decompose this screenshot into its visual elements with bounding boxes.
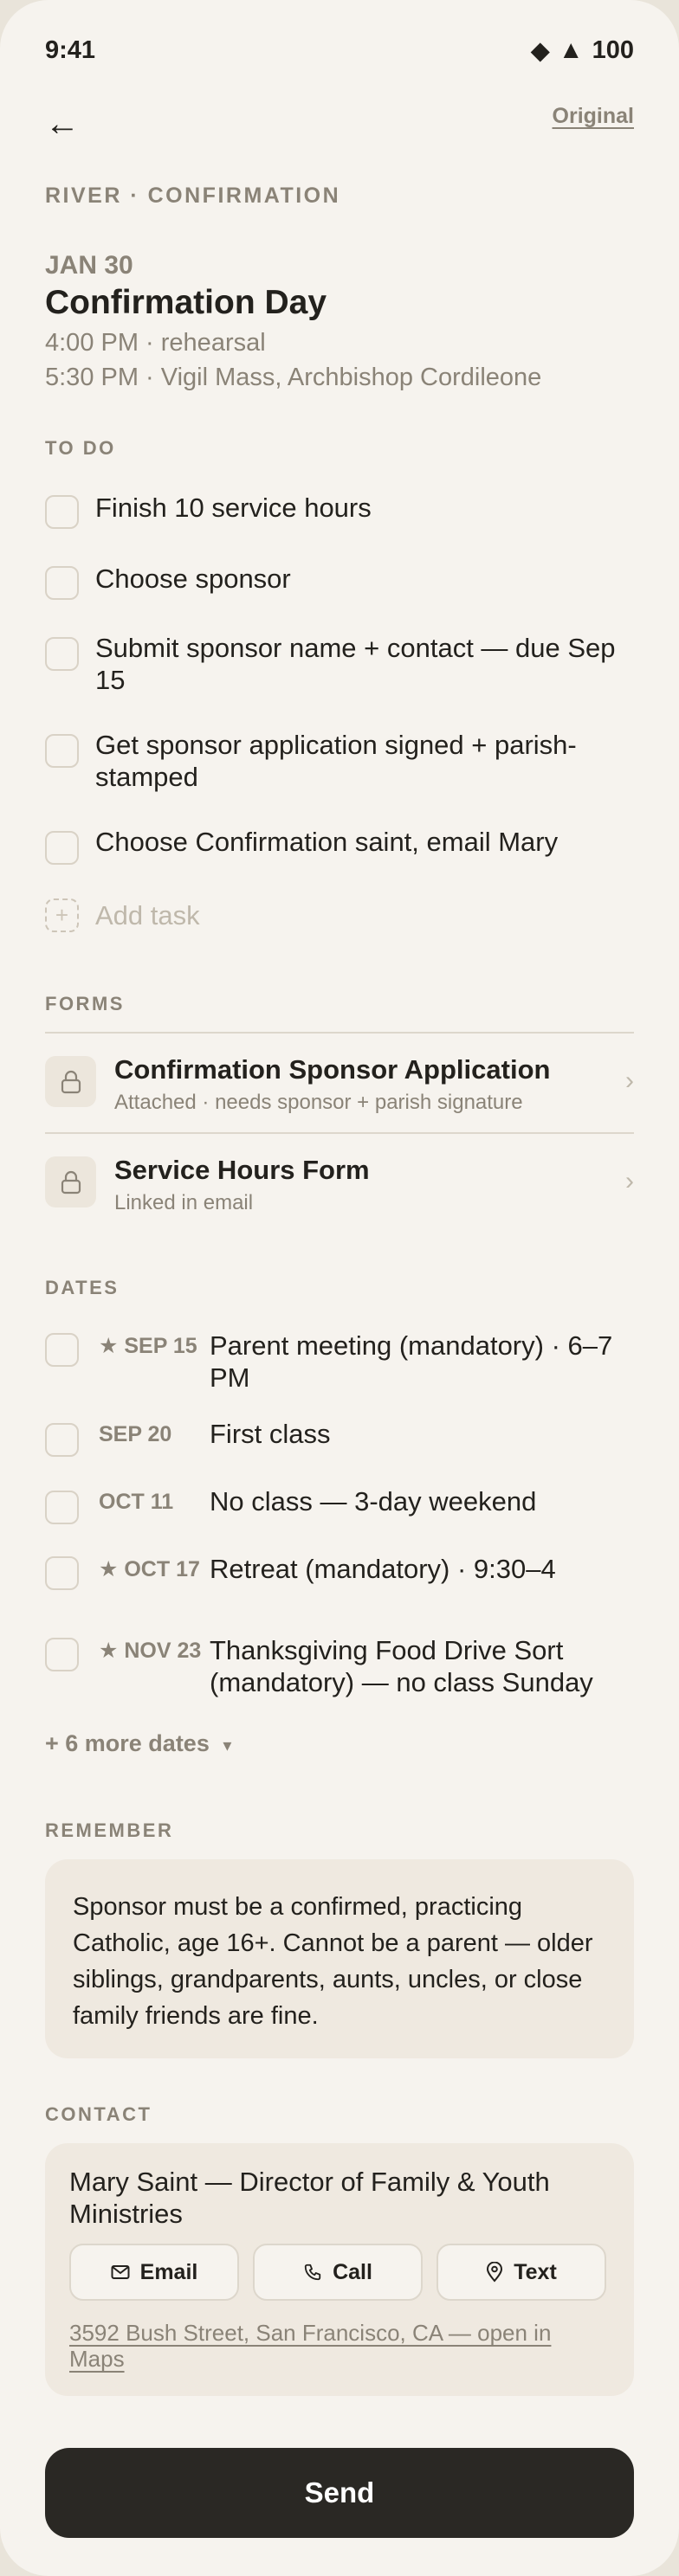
remember-note: Sponsor must be a confirmed, practicing … — [45, 1859, 634, 2058]
contact-name: Mary Saint — Director of Family & Youth … — [69, 2167, 550, 2229]
text-label: Text — [514, 2259, 557, 2284]
status-bar: 9:41 ◆ ▲ 100 — [45, 33, 634, 68]
more-dates-toggle[interactable]: + 6 more dates ▾ — [45, 1730, 231, 1757]
address-maps-link[interactable]: 3592 Bush Street, San Francisco, CA — op… — [69, 2320, 610, 2372]
chevron-right-icon: › — [625, 1167, 634, 1195]
date-label: No class — 3-day weekend — [210, 1486, 537, 1517]
date-label: First class — [210, 1419, 331, 1449]
add-task-label: Add task — [95, 900, 200, 931]
lock-icon — [45, 1156, 96, 1208]
status-time: 9:41 — [45, 35, 96, 64]
form-service-hours[interactable]: Service Hours Form Linked in email › — [45, 1134, 634, 1233]
call-label: Call — [333, 2259, 372, 2284]
todo-label: Choose Confirmation saint, email Mary — [95, 827, 559, 857]
form-title: Service Hours Form — [114, 1155, 370, 1185]
wifi-icon: ▲ — [558, 35, 584, 64]
date-checkbox[interactable] — [45, 1423, 79, 1457]
date-label: Parent meeting (mandatory) · 6–7 PM — [210, 1330, 613, 1393]
forms-heading: FORMS — [45, 993, 125, 1014]
send-button[interactable]: Send — [45, 2448, 634, 2538]
date-tag: ★ NOV 23 — [99, 1639, 202, 1663]
chevron-down-icon: ▾ — [223, 1736, 232, 1755]
nav-bar: ← Original — [45, 102, 634, 145]
todo-checkbox[interactable] — [45, 495, 79, 529]
form-title: Confirmation Sponsor Application — [114, 1054, 551, 1085]
signal-icon: ◆ — [530, 36, 550, 65]
date-tag: SEP 20 — [99, 1422, 172, 1446]
form-meta: Linked in email — [114, 1191, 254, 1214]
event-time-mass: 5:30 PM · Vigil Mass, Archbishop Cordile… — [45, 364, 542, 391]
breadcrumb: RIVER · CONFIRMATION — [45, 184, 341, 208]
todo-label: Submit sponsor name + contact — due Sep … — [95, 633, 616, 695]
todo-label: Choose sponsor — [95, 564, 291, 594]
date-label: Retreat (mandatory) · 9:30–4 — [210, 1554, 556, 1584]
page-title: Confirmation Day — [45, 284, 327, 321]
date-checkbox[interactable] — [45, 1333, 79, 1367]
phone-screen: 9:41 ◆ ▲ 100 ← Original RIVER · CONFIRMA… — [0, 0, 679, 2576]
event-time-rehearsal: 4:00 PM · rehearsal — [45, 329, 266, 357]
date-tag: ★ SEP 15 — [99, 1334, 197, 1358]
status-indicators: ◆ ▲ 100 — [531, 35, 634, 66]
original-link[interactable]: Original — [553, 104, 634, 129]
phone-icon — [304, 2264, 321, 2281]
battery-level: 100 — [592, 35, 634, 64]
contact-heading: CONTACT — [45, 2103, 152, 2125]
todo-label: Finish 10 service hours — [95, 493, 372, 523]
dates-heading: DATES — [45, 1277, 120, 1298]
back-arrow-icon[interactable]: ← — [45, 102, 80, 145]
more-dates-label: + 6 more dates — [45, 1730, 210, 1756]
date-tag: OCT 11 — [99, 1490, 174, 1514]
date-tag: ★ OCT 17 — [99, 1557, 200, 1581]
event-date: JAN 30 — [45, 251, 133, 280]
remember-heading: REMEMBER — [45, 1819, 174, 1841]
date-checkbox[interactable] — [45, 1638, 79, 1671]
add-task-plus-icon[interactable]: + — [45, 898, 79, 932]
chevron-right-icon: › — [625, 1066, 634, 1095]
email-label: Email — [139, 2259, 198, 2284]
form-sponsor-application[interactable]: Confirmation Sponsor Application Attache… — [45, 1034, 634, 1132]
lock-icon — [45, 1056, 96, 1107]
todo-label: Get sponsor application signed + parish-… — [95, 730, 577, 792]
form-meta: Attached · needs sponsor + parish signat… — [114, 1091, 523, 1114]
todo-heading: TO DO — [45, 437, 116, 459]
text-button[interactable]: Text — [436, 2244, 606, 2301]
map-pin-icon — [487, 2262, 503, 2283]
call-button[interactable]: Call — [253, 2244, 423, 2301]
todo-checkbox[interactable] — [45, 566, 79, 600]
todo-checkbox[interactable] — [45, 831, 79, 865]
todo-checkbox[interactable] — [45, 734, 79, 768]
mail-icon — [111, 2265, 130, 2279]
date-checkbox[interactable] — [45, 1491, 79, 1524]
date-checkbox[interactable] — [45, 1556, 79, 1590]
contact-card: Mary Saint — Director of Family & Youth … — [45, 2143, 634, 2396]
todo-checkbox[interactable] — [45, 637, 79, 671]
email-button[interactable]: Email — [69, 2244, 239, 2301]
date-label: Thanksgiving Food Drive Sort (mandatory)… — [210, 1635, 593, 1697]
